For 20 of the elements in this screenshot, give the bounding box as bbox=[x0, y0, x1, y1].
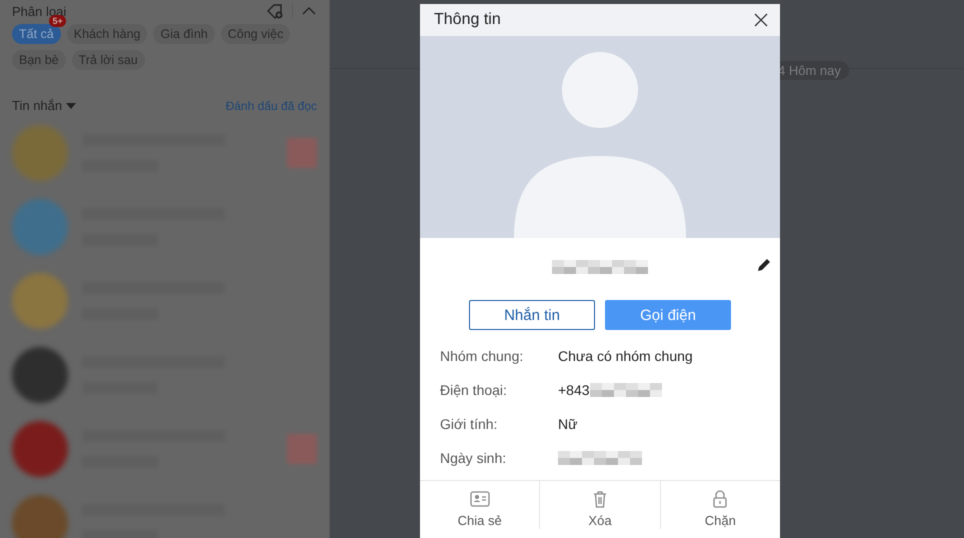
field-value: Nữ bbox=[558, 416, 578, 432]
mark-read-link[interactable]: Đánh dấu đã đọc bbox=[226, 98, 317, 112]
count-badge: 5+ bbox=[49, 15, 66, 27]
contact-card-icon bbox=[468, 489, 491, 509]
message-button[interactable]: Nhắn tin bbox=[469, 300, 595, 330]
field-label: Nhóm chung: bbox=[440, 348, 524, 364]
pencil-icon[interactable] bbox=[756, 257, 772, 273]
call-button[interactable]: Gọi điện bbox=[605, 300, 731, 330]
filter-chip[interactable]: Tất cả bbox=[12, 24, 61, 44]
field-label: Giới tính: bbox=[440, 416, 498, 432]
person-silhouette-icon bbox=[514, 52, 686, 238]
messages-title[interactable]: Tin nhắn bbox=[12, 98, 62, 113]
field-value: +843 bbox=[558, 382, 590, 398]
dialog-title: Thông tin bbox=[434, 11, 502, 29]
field-value: Chưa có nhóm chung bbox=[558, 348, 693, 364]
caret-icon[interactable] bbox=[66, 102, 76, 108]
add-tag-icon[interactable] bbox=[266, 2, 284, 20]
field-label: Ngày sinh: bbox=[440, 450, 508, 466]
field-label: Điện thoại: bbox=[440, 382, 508, 398]
close-icon[interactable] bbox=[754, 13, 768, 27]
